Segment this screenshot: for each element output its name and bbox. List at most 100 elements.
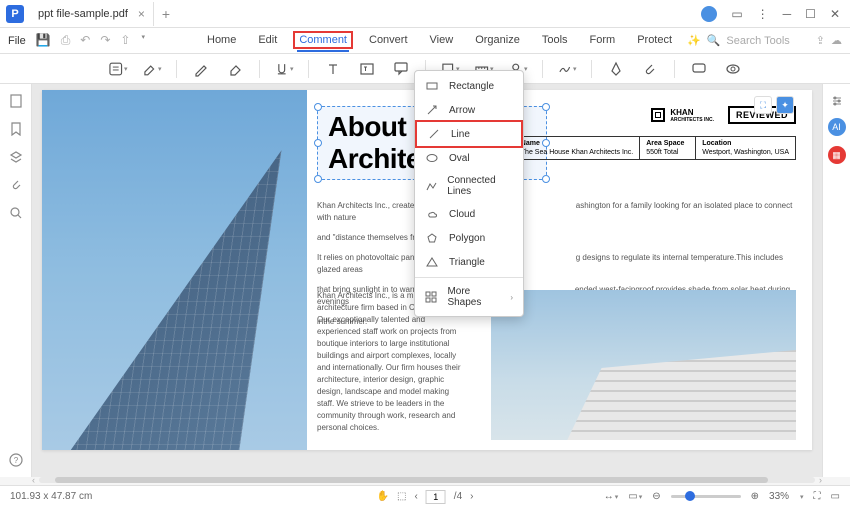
resize-handle[interactable]: [314, 103, 322, 111]
tab-edit[interactable]: Edit: [256, 30, 279, 52]
help-icon[interactable]: ?: [9, 453, 23, 467]
tab-convert[interactable]: Convert: [367, 30, 410, 52]
rectangle-icon: [425, 79, 439, 93]
resize-handle[interactable]: [542, 103, 550, 111]
layers-icon[interactable]: [9, 150, 23, 164]
note-tool[interactable]: ▾: [108, 59, 128, 79]
resize-handle[interactable]: [314, 175, 322, 183]
thumbnails-icon[interactable]: [9, 94, 23, 108]
close-tab-icon[interactable]: ×: [138, 7, 145, 21]
tab-organize[interactable]: Organize: [473, 30, 522, 52]
search-tools-input[interactable]: Search Tools: [726, 35, 789, 47]
tab-protect[interactable]: Protect: [635, 30, 674, 52]
window-panel-icon[interactable]: ▭: [731, 7, 742, 21]
fullscreen-icon[interactable]: ⛶: [814, 491, 821, 502]
connected-lines-icon: [425, 179, 437, 193]
hide-comments-tool[interactable]: [723, 59, 743, 79]
horizontal-scrollbar[interactable]: ‹ ›: [32, 475, 822, 485]
float-expand-icon[interactable]: ⛶: [754, 96, 772, 114]
zoom-dropdown[interactable]: ▾: [800, 493, 804, 501]
attachments-icon[interactable]: [9, 178, 23, 192]
bookmarks-icon[interactable]: [9, 122, 23, 136]
highlight-tool[interactable]: ▾: [142, 59, 162, 79]
app-badge-icon[interactable]: ▦: [828, 146, 846, 164]
tab-tools[interactable]: Tools: [540, 30, 570, 52]
minimize-button[interactable]: ─: [783, 7, 792, 21]
callout-tool[interactable]: [391, 59, 411, 79]
shape-polygon[interactable]: Polygon: [415, 226, 523, 250]
tab-comment[interactable]: Comment: [297, 30, 349, 52]
zoom-slider[interactable]: [671, 495, 741, 498]
shape-arrow[interactable]: Arrow: [415, 98, 523, 122]
shape-rectangle[interactable]: Rectangle: [415, 74, 523, 98]
read-mode-icon[interactable]: ▭: [831, 491, 840, 502]
line-icon: [427, 127, 441, 141]
save-icon[interactable]: 💾: [36, 33, 51, 48]
cloud-icon[interactable]: ☁: [831, 34, 842, 47]
wand-icon[interactable]: ✨: [687, 34, 701, 47]
signature-tool[interactable]: ▾: [557, 59, 577, 79]
document-tab[interactable]: ppt file-sample.pdf ×: [30, 2, 154, 26]
kebab-menu-icon[interactable]: ⋮: [757, 7, 769, 21]
page-number-input[interactable]: [426, 490, 446, 504]
qa-more-icon[interactable]: ▾: [141, 33, 145, 48]
redo-icon[interactable]: ↷: [100, 33, 110, 48]
shape-connected-lines[interactable]: Connected Lines: [415, 170, 523, 202]
menubar: File 💾 ⎙ ↶ ↷ ⇧ ▾ Home Edit Comment Conve…: [0, 28, 850, 54]
secondary-image: [491, 290, 796, 440]
pen-tool[interactable]: [606, 59, 626, 79]
next-page-button[interactable]: ›: [470, 491, 473, 502]
grid-icon: [425, 290, 437, 304]
arrow-icon: [425, 103, 439, 117]
right-sidebar: AI ▦: [822, 84, 850, 477]
shape-cloud[interactable]: Cloud: [415, 202, 523, 226]
prev-page-button[interactable]: ‹: [414, 491, 417, 502]
file-menu[interactable]: File: [8, 35, 26, 47]
float-ai-icon[interactable]: ✦: [776, 96, 794, 114]
undo-icon[interactable]: ↶: [80, 33, 90, 48]
user-avatar-icon[interactable]: [701, 6, 717, 22]
left-sidebar: ?: [0, 84, 32, 477]
tab-form[interactable]: Form: [588, 30, 618, 52]
text-tool[interactable]: [323, 59, 343, 79]
svg-text:?: ?: [13, 456, 18, 465]
shape-line[interactable]: Line: [415, 120, 523, 148]
comments-panel-tool[interactable]: [689, 59, 709, 79]
maximize-button[interactable]: ☐: [805, 7, 816, 21]
tab-title: ppt file-sample.pdf: [38, 8, 128, 20]
textbox-tool[interactable]: [357, 59, 377, 79]
search-panel-icon[interactable]: [9, 206, 23, 220]
print-icon[interactable]: ⎙: [61, 33, 71, 48]
shape-more[interactable]: More Shapes ›: [415, 281, 523, 313]
select-tool-icon[interactable]: ⬚: [397, 491, 406, 502]
add-tab-button[interactable]: +: [162, 6, 170, 22]
attach-tool[interactable]: [640, 59, 660, 79]
view-mode-icon[interactable]: ▭▾: [628, 491, 642, 502]
tab-home[interactable]: Home: [205, 30, 238, 52]
shape-oval[interactable]: Oval: [415, 146, 523, 170]
ai-badge-icon[interactable]: AI: [828, 118, 846, 136]
zoom-in-button[interactable]: ⊕: [751, 491, 759, 502]
tab-view[interactable]: View: [428, 30, 456, 52]
eraser-tool[interactable]: [225, 59, 245, 79]
search-icon: 🔍: [707, 34, 721, 47]
info-table: NameThe Sea House Khan Architects Inc. A…: [514, 136, 796, 160]
underline-tool[interactable]: ▾: [274, 59, 294, 79]
main-tabs: Home Edit Comment Convert View Organize …: [205, 30, 674, 52]
zoom-out-button[interactable]: ⊖: [652, 491, 660, 502]
properties-icon[interactable]: [830, 94, 844, 108]
share-icon[interactable]: ⇪: [816, 34, 825, 47]
titlebar: P ppt file-sample.pdf × + ▭ ⋮ ─ ☐ ✕: [0, 0, 850, 28]
resize-handle[interactable]: [542, 175, 550, 183]
resize-handle[interactable]: [314, 139, 322, 147]
pencil-tool[interactable]: [191, 59, 211, 79]
export-icon[interactable]: ⇧: [120, 33, 130, 48]
fit-width-icon[interactable]: ↔▾: [604, 491, 619, 502]
close-window-button[interactable]: ✕: [830, 7, 840, 21]
oval-icon: [425, 151, 439, 165]
shape-triangle[interactable]: Triangle: [415, 250, 523, 274]
scroll-thumb[interactable]: [55, 477, 769, 483]
hand-tool-icon[interactable]: ✋: [377, 491, 389, 502]
polygon-icon: [425, 231, 439, 245]
shape-dropdown-menu: Rectangle Arrow Line Oval Connected Line…: [414, 70, 524, 317]
